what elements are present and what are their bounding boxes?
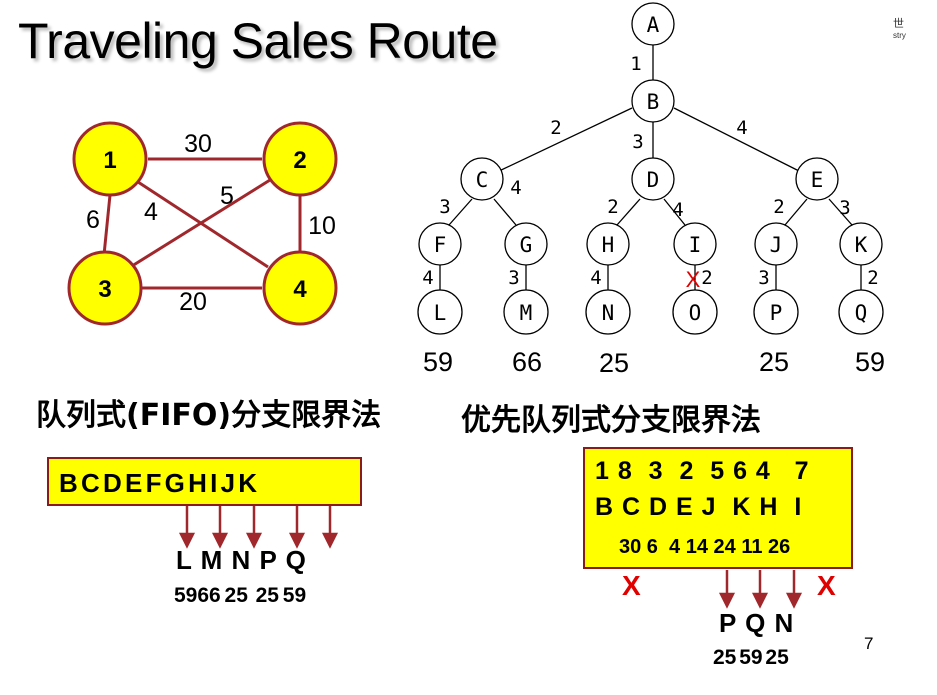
tree-node-label-F: F: [434, 233, 447, 257]
tree-node-label-L: L: [434, 301, 447, 325]
tree-edge-DH: [616, 198, 641, 226]
tree-node-label-J: J: [770, 233, 783, 257]
priority-cost-row: 30 6 4 14 24 11 26: [619, 536, 791, 558]
tree-edge-label-EJ: 2: [773, 196, 784, 218]
tree-edge-label-DI: 4: [672, 199, 683, 221]
fifo-result-costs: 5966 25 25 59: [174, 584, 307, 607]
tree-edge-label-EK: 3: [839, 197, 850, 219]
tree-edge-label-JP: 3: [758, 267, 769, 289]
leaf-cost-N: 25: [599, 348, 629, 378]
fifo-arrows: [178, 506, 339, 549]
leaf-cost-P: 25: [759, 347, 789, 377]
graph-node-label-1: 1: [103, 147, 116, 174]
fifo-queue-box: B C D E F G H I J K: [47, 457, 362, 506]
tree-node-label-Q: Q: [855, 301, 868, 325]
tree-edge-label-HN: 4: [590, 267, 601, 289]
tree-node-label-C: C: [476, 168, 489, 192]
fifo-result-letters: L M N P Q: [176, 545, 306, 575]
tree-node-label-K: K: [855, 233, 868, 257]
tree-edge-label-AB: 1: [630, 53, 641, 75]
graph-edge-label-23: 5: [220, 182, 234, 210]
priority-result-letters: P Q N: [719, 608, 794, 638]
leaf-cost-M: 66: [512, 347, 542, 377]
priority-x-right: X: [817, 570, 836, 601]
tree-edge-label-GM: 3: [508, 267, 519, 289]
priority-queue-box: 1 8 3 2 5 6 4 7 B C D E J K H I 30 6 4 1…: [583, 447, 853, 569]
tree-pruned-mark: X: [686, 267, 701, 292]
tree-leaf-costs: 59 66 25 25 59: [423, 347, 885, 378]
tree-node-label-B: B: [647, 90, 660, 114]
tree-node-label-O: O: [689, 301, 702, 325]
leaf-cost-Q: 59: [855, 347, 885, 377]
fifo-queue-text: B C D E F G H I J K: [59, 468, 258, 498]
diagram-canvas: 1 2 3 4 30 6 4 5 10 20 A B C D E F G H I…: [67, 2, 885, 609]
tree-edge-label-KQ: 2: [867, 267, 878, 289]
tree-edge-label-CG: 4: [510, 177, 521, 199]
graph-edge-label-12: 30: [184, 130, 212, 158]
tree-edge-label-IO: 2: [701, 267, 712, 289]
fifo-heading: 队列式(FIFO)分支限界法: [36, 398, 382, 433]
tree-edge-label-CF: 3: [439, 196, 450, 218]
tree-edge-CG: [493, 198, 517, 226]
graph-node-label-4: 4: [293, 276, 307, 303]
tree-node-label-A: A: [647, 13, 660, 37]
priority-node-row: B C D E J K H I: [595, 493, 803, 521]
page-number: 7: [864, 634, 874, 653]
tree-node-label-D: D: [647, 168, 660, 192]
tree-node-label-E: E: [811, 168, 824, 192]
tree-edge-CF: [448, 198, 473, 226]
tree-edge-EJ: [784, 198, 808, 226]
tree-edge-BC: [496, 107, 633, 173]
graph-edge-1-3: [102, 194, 112, 256]
tree-edge-label-BC: 2: [550, 117, 561, 139]
graph-edge-label-13: 6: [86, 206, 100, 234]
tree-node-label-N: N: [602, 301, 615, 325]
priority-heading: 优先队列式分支限界法: [461, 403, 761, 438]
graph-edge-label-24: 10: [308, 212, 336, 240]
graph-edge-label-34: 20: [179, 288, 207, 316]
tree-edge-label-BD: 3: [632, 131, 643, 153]
tree-edge-label-FL: 4: [422, 267, 433, 289]
priority-result-costs: 25 59 25: [713, 646, 789, 669]
tree-node-label-H: H: [602, 233, 615, 257]
graph-node-label-2: 2: [293, 147, 306, 174]
graph-edge-label-14: 4: [144, 198, 158, 226]
tree-node-label-P: P: [770, 301, 783, 325]
tree-node-label-M: M: [520, 301, 533, 325]
priority-arrows: [718, 570, 803, 609]
priority-x-left: X: [622, 570, 641, 601]
tree-node-label-G: G: [520, 233, 533, 257]
graph-node-label-3: 3: [98, 276, 111, 303]
leaf-cost-L: 59: [423, 347, 453, 377]
priority-order-row: 1 8 3 2 5 6 4 7: [595, 457, 810, 485]
tree-edge-label-DH: 2: [607, 196, 618, 218]
tree-edge-label-BE: 4: [736, 117, 747, 139]
tree-node-label-I: I: [689, 233, 702, 257]
